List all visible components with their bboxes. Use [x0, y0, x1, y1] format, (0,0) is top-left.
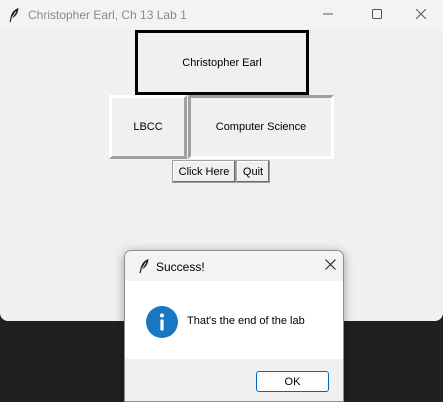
school-label: LBCC	[109, 95, 187, 159]
title-bar[interactable]: Christopher Earl, Ch 13 Lab 1	[0, 0, 443, 30]
feather-icon	[8, 7, 20, 23]
dialog-footer: OK	[125, 359, 343, 401]
window-title: Christopher Earl, Ch 13 Lab 1	[28, 8, 187, 22]
dialog-close-button[interactable]	[315, 251, 343, 281]
dialog-title-bar[interactable]: Success!	[125, 251, 343, 281]
minimize-icon	[323, 6, 333, 24]
quit-button[interactable]: Quit	[236, 160, 270, 183]
click-here-button[interactable]: Click Here	[172, 160, 236, 183]
dialog-message: That's the end of the lab	[187, 315, 305, 327]
maximize-icon	[372, 6, 382, 24]
success-dialog: Success! That's the end of the lab OK	[124, 250, 344, 402]
info-icon	[146, 306, 178, 338]
dialog-body: That's the end of the lab	[125, 281, 343, 359]
maximize-button[interactable]	[354, 0, 400, 30]
minimize-button[interactable]	[305, 0, 351, 30]
major-label: Computer Science	[188, 95, 334, 159]
dialog-title: Success!	[156, 260, 205, 274]
feather-icon	[138, 258, 150, 274]
close-icon	[415, 6, 427, 24]
close-icon	[324, 257, 336, 275]
ok-button[interactable]: OK	[256, 371, 329, 392]
name-label: Christopher Earl	[135, 30, 309, 95]
close-button[interactable]	[398, 0, 443, 30]
